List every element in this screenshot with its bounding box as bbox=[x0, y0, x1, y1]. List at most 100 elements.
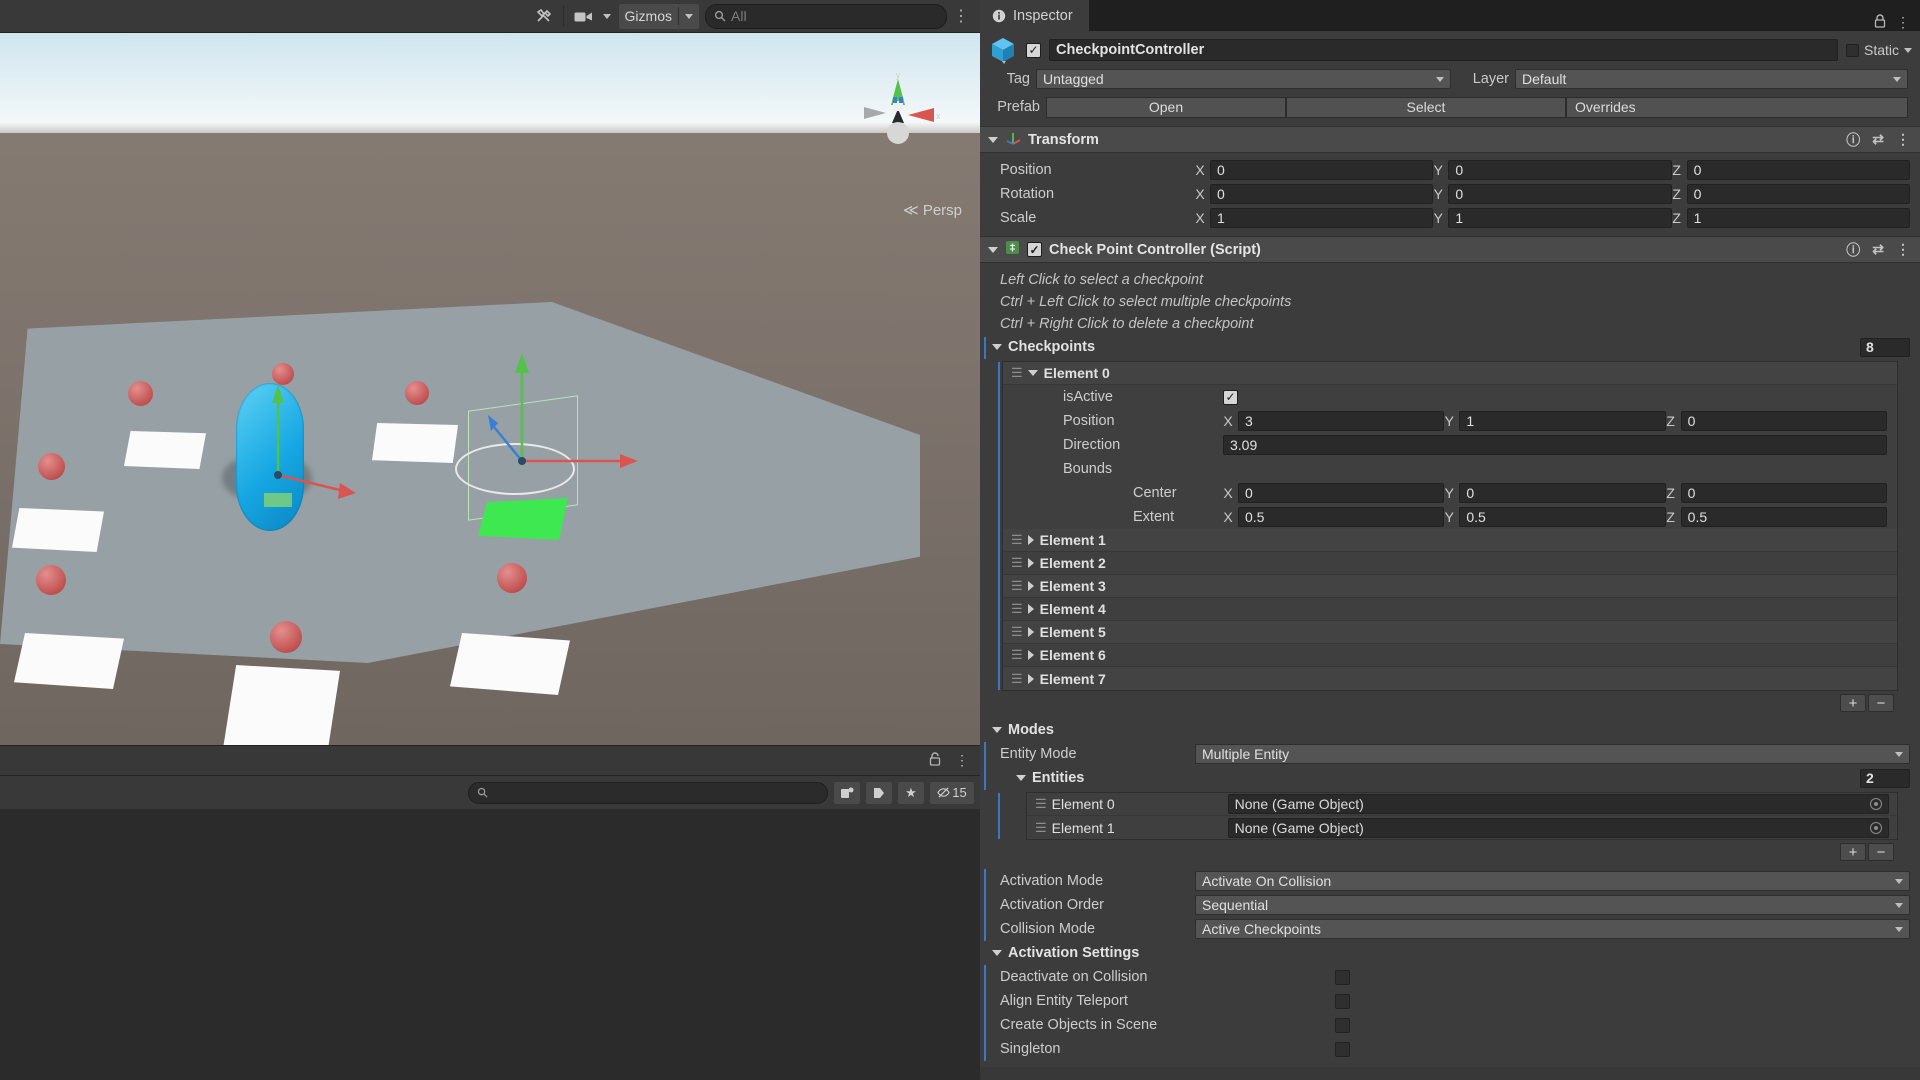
scale-x[interactable]: X1 bbox=[1195, 208, 1434, 228]
add-checkpoint-button[interactable]: + bbox=[1840, 694, 1866, 712]
lock-icon[interactable] bbox=[924, 752, 946, 769]
bounds-center-y[interactable]: Y0 bbox=[1444, 483, 1666, 503]
collision-mode-dropdown[interactable]: Active Checkpoints bbox=[1195, 919, 1910, 939]
drag-handle-icon[interactable]: ☰ bbox=[1011, 365, 1023, 381]
element0-position-x-field[interactable]: 3 bbox=[1238, 411, 1445, 431]
rotation-x-field[interactable]: 0 bbox=[1210, 184, 1434, 204]
foldout-triangle-icon[interactable] bbox=[988, 246, 998, 253]
isactive-checkbox[interactable]: ✓ bbox=[1223, 389, 1238, 405]
deactivate-on-collision-checkbox[interactable] bbox=[1335, 969, 1350, 985]
object-picker-icon[interactable] bbox=[1870, 821, 1882, 834]
bounds-extent-z-field[interactable]: 0.5 bbox=[1680, 507, 1887, 527]
drag-handle-icon[interactable]: ☰ bbox=[1011, 578, 1023, 594]
help-icon[interactable]: ⓘ bbox=[1846, 130, 1860, 150]
element0-position-z[interactable]: Z0 bbox=[1666, 411, 1887, 431]
projection-mode-label[interactable]: ≪ Persp bbox=[903, 201, 962, 219]
preset-icon[interactable]: ⇄ bbox=[1872, 131, 1884, 148]
checkpoint-element-row[interactable]: ☰ Element 6 bbox=[1003, 644, 1897, 667]
bounds-center-z-field[interactable]: 0 bbox=[1680, 483, 1887, 503]
scale-z-field[interactable]: 1 bbox=[1686, 208, 1910, 228]
entity-element-row[interactable]: ☰ Element 1 None (Game Object) bbox=[1027, 816, 1897, 839]
project-browser-body[interactable] bbox=[0, 809, 980, 1080]
checkpoints-foldout[interactable]: Checkpoints 8 bbox=[980, 335, 1920, 359]
align-entity-teleport-checkbox[interactable] bbox=[1335, 993, 1350, 1009]
camera-icon[interactable] bbox=[566, 4, 601, 29]
preset-icon[interactable]: ⇄ bbox=[1872, 241, 1884, 258]
bounds-extent-y-field[interactable]: 0.5 bbox=[1459, 507, 1666, 527]
checkpoint-sphere[interactable] bbox=[270, 621, 302, 653]
hidden-count-icon[interactable]: 15 bbox=[930, 781, 974, 804]
position-z[interactable]: Z0 bbox=[1672, 160, 1910, 180]
camera-dropdown-caret[interactable] bbox=[601, 4, 617, 29]
capsule-transform-gizmo[interactable] bbox=[236, 363, 376, 543]
element0-position-z-field[interactable]: 0 bbox=[1680, 411, 1887, 431]
gizmos-button[interactable]: Gizmos bbox=[618, 3, 699, 29]
lock-icon[interactable] bbox=[1874, 14, 1886, 31]
scale-y-field[interactable]: 1 bbox=[1448, 208, 1672, 228]
foldout-triangle-icon[interactable] bbox=[1027, 650, 1034, 660]
checkpoint-sphere[interactable] bbox=[38, 453, 65, 480]
prefab-cube-icon[interactable] bbox=[988, 35, 1018, 65]
foldout-triangle-icon[interactable] bbox=[988, 136, 998, 143]
foldout-triangle-icon[interactable] bbox=[1027, 604, 1034, 614]
bounds-extent-x[interactable]: X 0.5 bbox=[1223, 507, 1445, 527]
component-header-checkpoint-controller[interactable]: ✓ Check Point Controller (Script) ⓘ ⇄ ⋮ bbox=[980, 236, 1920, 263]
gameobject-name-field[interactable]: CheckpointController bbox=[1049, 39, 1838, 61]
foldout-triangle-icon[interactable] bbox=[1016, 775, 1026, 781]
tab-inspector[interactable]: Inspector bbox=[980, 0, 1089, 31]
position-y-field[interactable]: 0 bbox=[1448, 160, 1672, 180]
bounds-center-z[interactable]: Z0 bbox=[1666, 483, 1887, 503]
prefab-open-button[interactable]: Open bbox=[1046, 96, 1286, 118]
rotation-x[interactable]: X0 bbox=[1195, 184, 1434, 204]
checkpoint-element-row[interactable]: ☰ Element 2 bbox=[1003, 552, 1897, 575]
drag-handle-icon[interactable]: ☰ bbox=[1011, 601, 1023, 617]
foldout-triangle-icon[interactable] bbox=[1027, 370, 1038, 376]
entity-object-field[interactable]: None (Game Object) bbox=[1227, 817, 1889, 838]
foldout-triangle-icon[interactable] bbox=[1027, 673, 1034, 684]
checkpoint-sphere[interactable] bbox=[36, 565, 66, 595]
entity-element-row[interactable]: ☰ Element 0 None (Game Object) bbox=[1027, 793, 1897, 816]
foldout-triangle-icon[interactable] bbox=[1027, 535, 1034, 545]
drag-handle-icon[interactable]: ☰ bbox=[1035, 796, 1047, 812]
bounds-center-x-field[interactable]: 0 bbox=[1238, 483, 1445, 503]
checkpoint-element-row[interactable]: ☰ Element 3 bbox=[1003, 575, 1897, 598]
rotation-z-field[interactable]: 0 bbox=[1686, 184, 1910, 204]
drag-handle-icon[interactable]: ☰ bbox=[1035, 820, 1047, 836]
kebab-menu-icon[interactable]: ⋮ bbox=[1896, 131, 1910, 148]
add-entity-button[interactable]: + bbox=[1840, 843, 1866, 861]
chevron-down-icon[interactable] bbox=[1904, 47, 1912, 53]
foldout-triangle-icon[interactable] bbox=[1027, 627, 1034, 637]
tag-dropdown[interactable]: Untagged bbox=[1036, 69, 1451, 89]
foldout-triangle-icon[interactable] bbox=[992, 950, 1002, 956]
inspector-kebab-menu-icon[interactable]: ⋮ bbox=[1896, 14, 1910, 31]
drag-handle-icon[interactable]: ☰ bbox=[1011, 624, 1023, 640]
checkpoint-element-row[interactable]: ☰ Element 1 bbox=[1003, 529, 1897, 552]
scene-bottom-kebab-menu-icon[interactable]: ⋮ bbox=[950, 752, 974, 769]
project-search-input[interactable] bbox=[468, 781, 828, 804]
checkpoint-element-row[interactable]: ☰ Element 7 bbox=[1003, 667, 1897, 690]
checkpoint-transform-gizmo[interactable] bbox=[460, 351, 640, 531]
checkpoint-element-0-header[interactable]: ☰ Element 0 bbox=[1003, 362, 1897, 385]
bounds-extent-x-field[interactable]: 0.5 bbox=[1238, 507, 1445, 527]
element0-direction-field[interactable]: 3.09 bbox=[1223, 435, 1887, 455]
position-x-field[interactable]: 0 bbox=[1210, 160, 1434, 180]
label-icon[interactable] bbox=[866, 781, 892, 804]
drag-handle-icon[interactable]: ☰ bbox=[1011, 671, 1023, 687]
drag-handle-icon[interactable]: ☰ bbox=[1011, 532, 1023, 548]
static-toggle[interactable]: Static bbox=[1845, 42, 1912, 58]
element0-position-y-field[interactable]: 1 bbox=[1459, 411, 1666, 431]
element0-position-x[interactable]: X3 bbox=[1223, 411, 1445, 431]
checkpoint-element-row[interactable]: ☰ Element 4 bbox=[1003, 598, 1897, 621]
static-checkbox[interactable] bbox=[1845, 43, 1859, 57]
layer-dropdown[interactable]: Default bbox=[1515, 69, 1908, 89]
remove-checkpoint-button[interactable]: − bbox=[1868, 694, 1894, 712]
foldout-triangle-icon[interactable] bbox=[992, 344, 1002, 350]
drag-handle-icon[interactable]: ☰ bbox=[1011, 647, 1023, 663]
inspector-scroll-area[interactable]: ✓ CheckpointController Static Tag Untagg… bbox=[980, 31, 1920, 1080]
position-x[interactable]: X0 bbox=[1195, 160, 1434, 180]
scene-viewport[interactable]: y x ≪ Persp bbox=[0, 33, 980, 745]
drag-handle-icon[interactable]: ☰ bbox=[1011, 555, 1023, 571]
foldout-triangle-icon[interactable] bbox=[992, 727, 1002, 733]
favorite-icon[interactable]: ★ bbox=[898, 781, 924, 804]
component-header-transform[interactable]: Transform ⓘ ⇄ ⋮ bbox=[980, 126, 1920, 153]
